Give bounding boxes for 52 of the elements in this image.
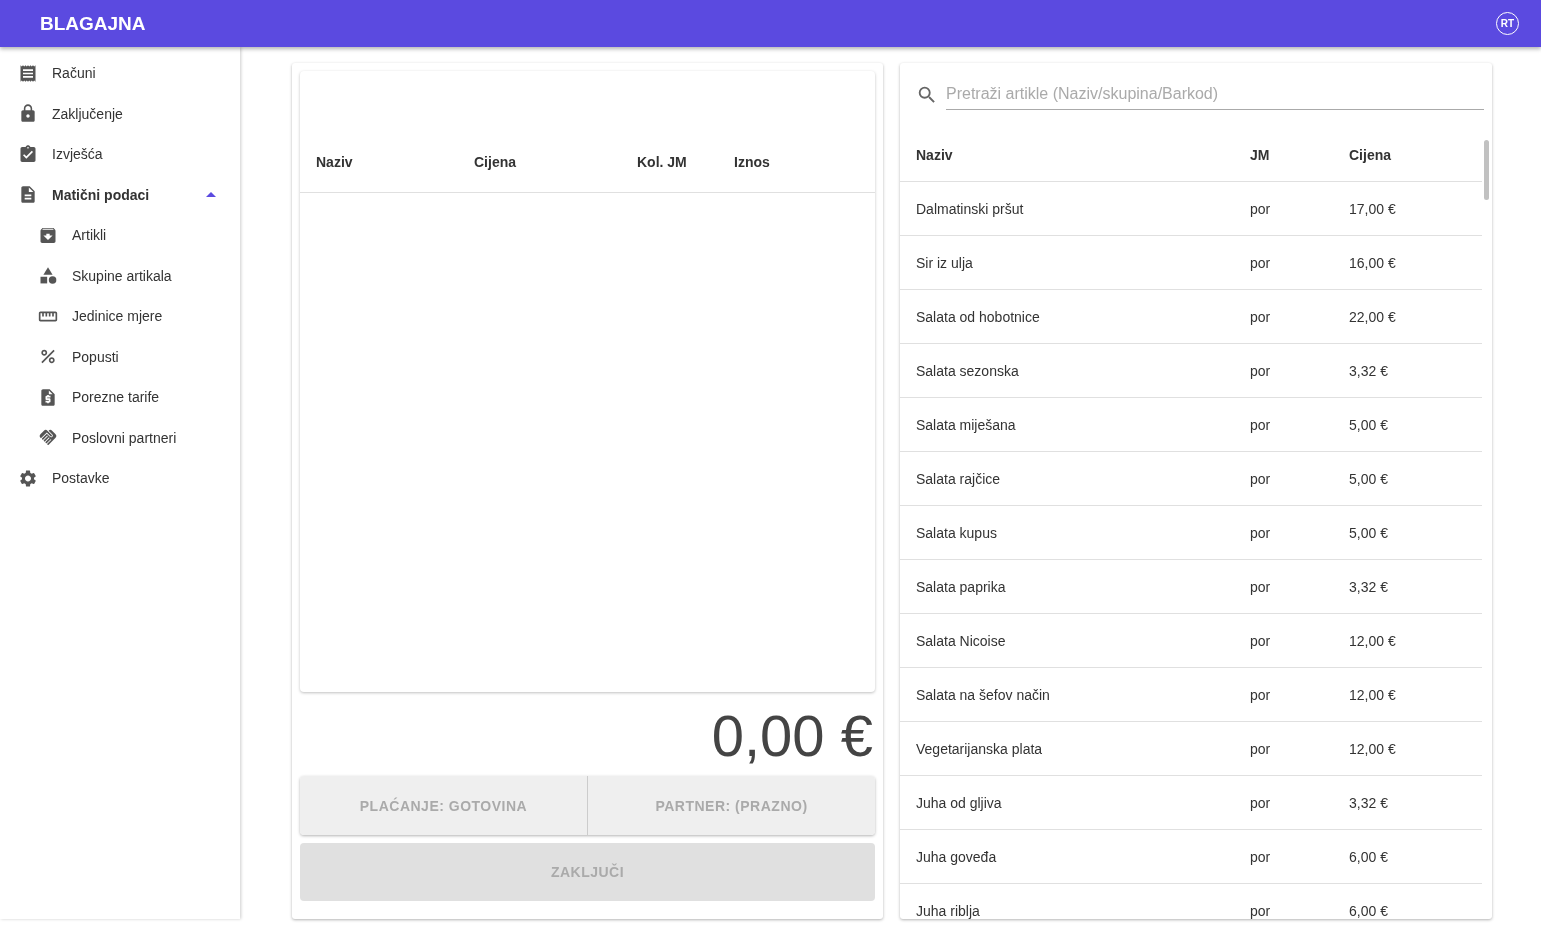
product-row[interactable]: Salata miješana por 5,00 €: [900, 398, 1482, 452]
sidebar-item-label: Zaključenje: [52, 105, 124, 122]
sidebar-item[interactable]: Izvješća: [0, 134, 240, 175]
product-row[interactable]: Salata paprika por 3,32 €: [900, 560, 1482, 614]
product-row[interactable]: Salata Nicoise por 12,00 €: [900, 614, 1482, 668]
column-header: Naziv: [316, 154, 354, 170]
lock-icon: [18, 103, 38, 125]
product-row[interactable]: Dalmatinski pršut por 17,00 €: [900, 182, 1482, 236]
product-row[interactable]: Sir iz ulja por 16,00 €: [900, 236, 1482, 290]
sidebar-item-label: Poslovni partneri: [72, 429, 178, 446]
sidebar-item-label: Artikli: [72, 227, 108, 244]
column-header: Iznos: [734, 154, 771, 170]
sidebar-item[interactable]: Artikli: [0, 215, 240, 256]
sidebar-item[interactable]: Porezne tarife: [0, 377, 240, 418]
column-header: Kol. JM: [637, 154, 688, 170]
product-row[interactable]: Salata sezonska por 3,32 €: [900, 344, 1482, 398]
product-row[interactable]: Salata kupus por 5,00 €: [900, 506, 1482, 560]
sidebar-item-label: Računi: [52, 65, 97, 82]
column-header: Cijena: [1349, 146, 1392, 163]
column-header: JM: [1250, 146, 1271, 163]
product-row[interactable]: Juha goveđa por 6,00 €: [900, 830, 1482, 884]
sidebar-item-label: Skupine artikala: [72, 267, 173, 284]
shapes-icon: [38, 265, 58, 287]
sidebar-item-label: Izvješća: [52, 146, 104, 163]
sidebar-item-label: Porezne tarife: [72, 389, 161, 406]
total-amount: 0,00 €: [710, 706, 873, 766]
sidebar-item[interactable]: Jedinice mjere: [0, 296, 240, 337]
column-header: Naziv: [916, 146, 954, 163]
sidebar-item[interactable]: Poslovni partneri: [0, 417, 240, 458]
sidebar-item-label: Matični podaci: [52, 186, 151, 203]
sidebar-item[interactable]: Skupine artikala: [0, 255, 240, 296]
column-header: Cijena: [474, 154, 517, 170]
caret-icon: [206, 192, 216, 198]
product-row[interactable]: Juha riblja por 6,00 €: [900, 884, 1482, 919]
document-check-icon: [18, 143, 38, 165]
sidebar-item[interactable]: Zaključenje: [0, 93, 240, 134]
sidebar-item[interactable]: Matični podaci: [0, 174, 240, 215]
sidebar-item-label: Postavke: [52, 470, 111, 487]
document-icon: [18, 184, 38, 206]
sidebar-item-label: Jedinice mjere: [72, 308, 164, 325]
product-row[interactable]: Salata od hobotnice por 22,00 €: [900, 290, 1482, 344]
product-row[interactable]: Vegetarijanska plata por 12,00 €: [900, 722, 1482, 776]
sidebar-item[interactable]: Postavke: [0, 458, 240, 499]
app-title: BLAGAJNA: [40, 12, 146, 35]
sidebar-item[interactable]: Računi: [0, 53, 240, 94]
product-row[interactable]: Salata na šefov način por 12,00 €: [900, 668, 1482, 722]
document-dollar-icon: [38, 386, 58, 408]
sidebar-item[interactable]: Popusti: [0, 336, 240, 377]
receipt-icon: [18, 62, 38, 84]
sidebar-item-label: Popusti: [72, 348, 120, 365]
product-row[interactable]: Salata rajčice por 5,00 €: [900, 452, 1482, 506]
product-row[interactable]: Juha od gljiva por 3,32 €: [900, 776, 1482, 830]
